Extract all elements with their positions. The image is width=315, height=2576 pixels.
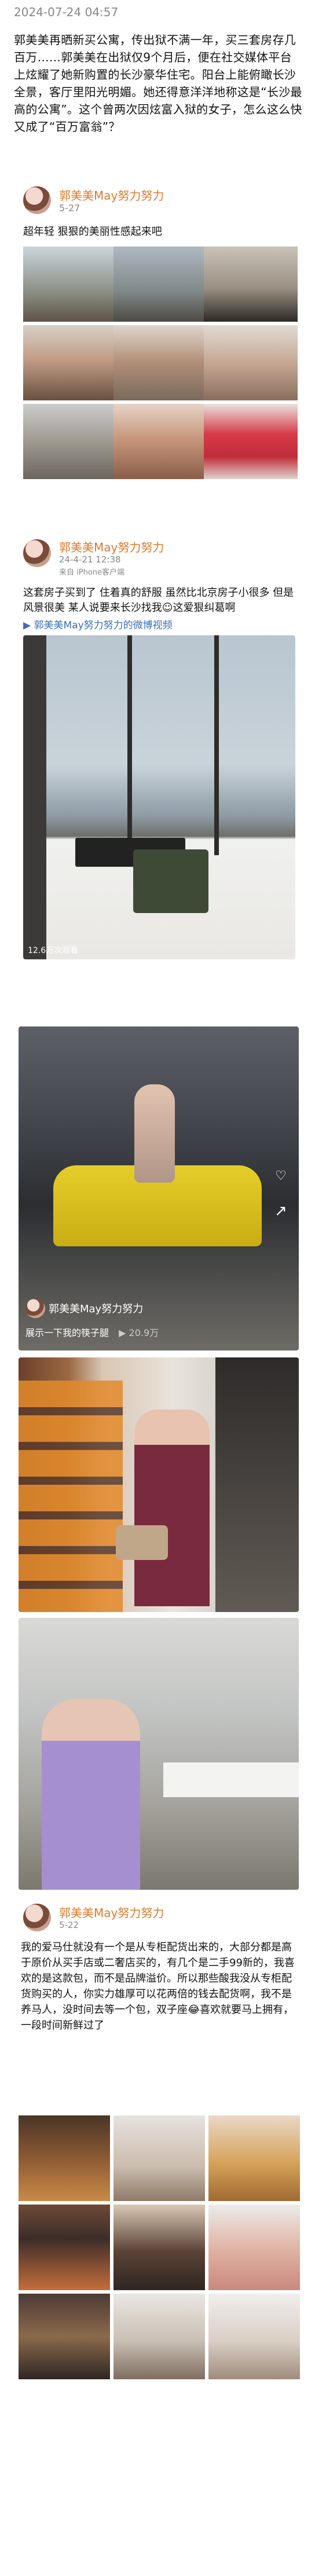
post-date: 5-27 <box>59 203 80 214</box>
video-link[interactable]: ▶ 郭美美May努力努力的微博视频 <box>23 617 173 631</box>
bag-image-7[interactable] <box>19 2294 110 2379</box>
office-desk <box>163 1762 299 1797</box>
author-name[interactable]: 郭美美May努力努力 <box>59 186 164 203</box>
play-count: ▶ 20.9万 <box>119 1327 159 1338</box>
article-paragraph: 郭美美再晒新买公寓，传出狱不满一年，买三套房存几百万……郭美美在出狱仅9个月后，… <box>14 33 302 134</box>
grid-image-4[interactable] <box>23 325 117 400</box>
person <box>134 1084 175 1183</box>
grid-image-8[interactable] <box>113 404 207 479</box>
avatar[interactable] <box>23 539 51 567</box>
person-lavender-outfit <box>42 1699 140 1890</box>
video-link-icon: ▶ <box>23 620 34 631</box>
post-text-b: 这爱狠纠葛啊 <box>173 602 236 614</box>
window-mullion <box>127 635 132 855</box>
weibo-post-2: 郭美美May努力努力 24-4-21 12:38 来自 iPhone客户端 这套… <box>14 531 303 1029</box>
laugh-emoji-icon: 😂 <box>188 2004 200 2016</box>
post-text: 这套房子买到了 住着真的舒服 虽然比北京房子小很多 但是风景很美 某人说要来长沙… <box>23 586 295 616</box>
post-source: 来自 iPhone客户端 <box>59 568 125 577</box>
closet-cabinet <box>215 1357 299 1612</box>
handbag <box>116 1525 168 1560</box>
grid-image-9[interactable] <box>204 404 298 479</box>
post-text: 超年轻 狠狠的美丽性感起来吧 <box>23 226 162 238</box>
apartment-video[interactable]: 12.6万次观看 <box>23 635 295 959</box>
grid-image-2[interactable] <box>113 246 207 322</box>
video-caption: 展示一下我的筷子腿 ▶ 20.9万 <box>25 1325 159 1339</box>
author-name[interactable]: 郭美美May努力努力 <box>59 1904 164 1920</box>
video-handle[interactable]: 郭美美May努力努力 <box>49 1301 143 1316</box>
play-icon: ▶ <box>119 1327 126 1338</box>
video-footer <box>23 961 295 984</box>
video-link-label: 郭美美May努力努力的微博视频 <box>34 620 173 631</box>
play-count-value: 20.9万 <box>129 1327 159 1338</box>
avatar[interactable] <box>25 1298 45 1318</box>
grid-image-1[interactable] <box>23 246 117 322</box>
bag-shelves <box>19 1381 123 1612</box>
author-name[interactable]: 郭美美May努力努力 <box>59 538 164 555</box>
video-caption-text: 展示一下我的筷子腿 <box>25 1327 109 1338</box>
grid-image-5[interactable] <box>113 325 207 400</box>
grid-image-6[interactable] <box>204 325 298 400</box>
bag-image-8[interactable] <box>113 2294 205 2379</box>
bag-image-1[interactable] <box>19 2115 110 2201</box>
bag-image-9[interactable] <box>208 2294 300 2379</box>
post-date: 24-4-21 12:38 <box>59 554 121 565</box>
closet-photo[interactable] <box>19 1357 299 1612</box>
bag-image-5[interactable] <box>113 2205 205 2290</box>
office-photo[interactable] <box>19 1618 299 1890</box>
grid-image-7[interactable] <box>23 404 117 479</box>
avatar[interactable] <box>23 1904 51 1931</box>
grid-image-3[interactable] <box>204 246 298 322</box>
weibo-post-1: 郭美美May努力努力 5-27 超年轻 狠狠的美丽性感起来吧 <box>14 178 303 525</box>
weibo-post-3: 郭美美May努力努力 5-22 我的爱马仕就没有一个是从专柜配货出来的，大部分都… <box>14 1898 303 2569</box>
video-views: 12.6万次观看 <box>28 946 79 955</box>
bag-image-2[interactable] <box>113 2115 205 2201</box>
post-date: 5-22 <box>59 1920 79 1930</box>
smile-emoji-icon: ☺ <box>162 602 173 614</box>
avatar[interactable] <box>23 186 51 214</box>
window-frame-left <box>23 635 46 959</box>
bag-image-4[interactable] <box>19 2205 110 2290</box>
armchair <box>133 849 208 913</box>
car-video[interactable]: ↗ ♡ 郭美美May努力努力 展示一下我的筷子腿 ▶ 20.9万 <box>19 1026 299 1350</box>
share-icon[interactable]: ↗ <box>270 1200 292 1222</box>
post-date-header: 2024-07-24 04:57 <box>14 5 119 19</box>
bag-image-3[interactable] <box>208 2115 300 2201</box>
post-text: 我的爱马仕就没有一个是从专柜配货出来的，大部分都是高于原价从买手店或二奢店买的，… <box>21 1940 299 2033</box>
post-text-a: 这套房子买到了 住着真的舒服 虽然比北京房子小很多 但是风景很美 某人说要来长沙… <box>23 587 294 614</box>
person-purple-dress <box>134 1410 210 1606</box>
window-mullion <box>214 635 219 855</box>
heart-icon[interactable]: ♡ <box>270 1165 292 1187</box>
bag-image-6[interactable] <box>208 2205 300 2290</box>
